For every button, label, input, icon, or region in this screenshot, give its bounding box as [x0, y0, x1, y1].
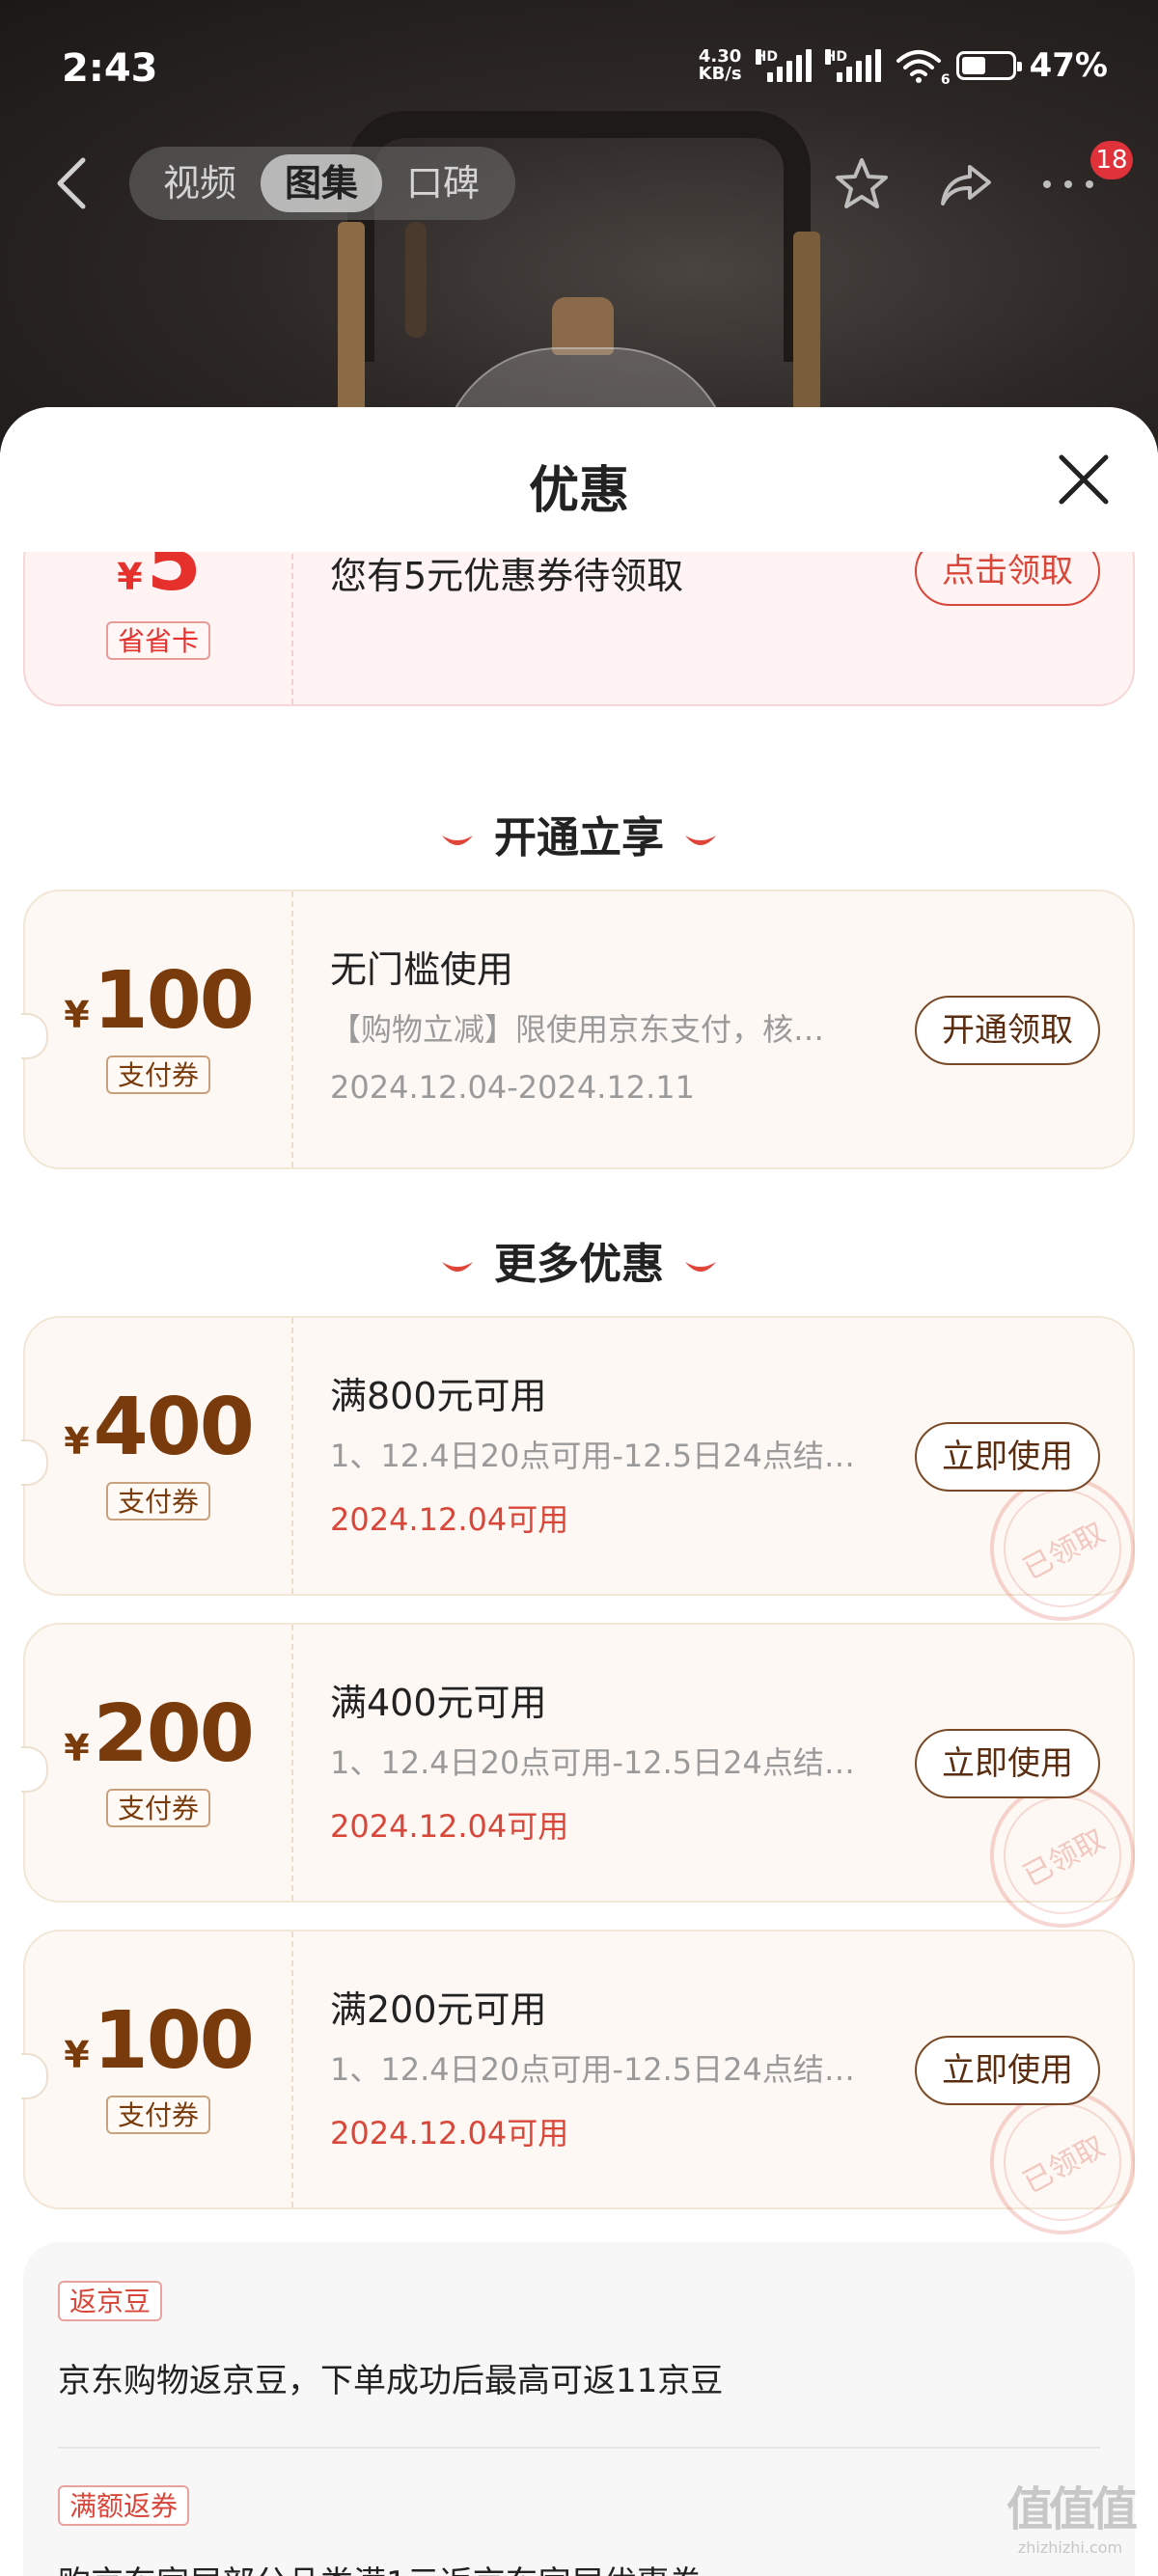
coupon-title: 满200元可用: [330, 1988, 547, 2031]
coupon-type-tag: 支付券: [106, 1789, 210, 1827]
share-button[interactable]: [936, 154, 996, 214]
teapot-handle-wood-right: [793, 232, 820, 415]
top-nav: 视频 图集 口碑 18: [0, 135, 1158, 232]
coupon-title: 无门槛使用: [330, 948, 514, 991]
media-tabs: 视频 图集 口碑: [129, 147, 515, 220]
benefit-text: 京东购物返京豆，下单成功后最高可返11京豆: [58, 2362, 724, 2400]
use-now-button[interactable]: 立即使用: [915, 2036, 1100, 2105]
smile-decor-icon: [685, 1262, 716, 1272]
extra-benefits-box: 返京豆 京东购物返京豆，下单成功后最高可返11京豆 满额返券 购京东家居部分品类…: [23, 2242, 1135, 2576]
site-watermark: 值值值 zhizhizhi.com: [1006, 2482, 1138, 2557]
benefit-tag: 返京豆: [58, 2281, 163, 2321]
coupon-amount: ¥100: [64, 1995, 255, 2087]
teapot-handle-wood-left: [338, 222, 365, 415]
coupon-date: 2024.12.04可用: [330, 1808, 569, 1845]
coupon-type-tag: 支付券: [106, 2096, 210, 2134]
coupon-date: 2024.12.04可用: [330, 1501, 569, 1538]
coupon-amount: ¥200: [64, 1688, 255, 1780]
teapot-tassel: [405, 222, 427, 338]
media-tab[interactable]: 视频: [139, 154, 261, 212]
smile-decor-icon: [442, 1262, 473, 1272]
battery-icon: [955, 51, 1022, 80]
payment-coupon-card: ¥200 支付券 满400元可用 1、12.4日20点可用-12.5日24点结… 202…: [21, 1623, 1158, 1954]
close-icon: [1059, 454, 1109, 505]
use-now-button[interactable]: 立即使用: [915, 1729, 1100, 1798]
coupon-date: 2024.12.04可用: [330, 2115, 569, 2151]
status-bar: 2:43 4.30 KB/s HD HD 6 47%: [0, 0, 1158, 135]
smile-decor-icon: [442, 836, 473, 845]
more-button[interactable]: [1038, 154, 1098, 214]
favorite-button[interactable]: [832, 154, 892, 214]
star-icon: [836, 158, 888, 208]
section-heading-open: 开通立享: [0, 803, 1158, 864]
media-tab[interactable]: 口碑: [382, 154, 504, 212]
coupon-amount: ¥100: [64, 955, 255, 1047]
coupon-type-tag: 支付券: [106, 1055, 210, 1094]
more-dots-icon: [1043, 180, 1093, 188]
discount-sheet: 优惠 ¥5 省省卡 您有5元优惠券待领取 点击领取 开通立享 ¥100 支付券 …: [0, 407, 1158, 2576]
share-icon: [941, 165, 991, 206]
section-heading-more: 更多优惠: [0, 1229, 1158, 1291]
coupon-text: 您有5元优惠券待领取: [330, 555, 684, 597]
network-speed: 4.30 KB/s: [698, 46, 742, 84]
coupon-desc: 1、12.4日20点可用-12.5日24点结…: [330, 1744, 855, 1781]
coupon-title: 满800元可用: [330, 1375, 547, 1417]
coupon-title: 满400元可用: [330, 1682, 547, 1724]
signal-2-icon: HD: [824, 49, 881, 82]
use-now-button[interactable]: 立即使用: [915, 1422, 1100, 1492]
open-coupon-card: ¥100 支付券 无门槛使用 【购物立减】限使用京东支付，核… 2024.12.…: [21, 890, 1135, 1169]
payment-coupon-card: ¥100 支付券 满200元可用 1、12.4日20点可用-12.5日24点结… 202…: [21, 1930, 1158, 2261]
chevron-left-icon: [57, 157, 86, 209]
coupon-amount: ¥400: [64, 1382, 255, 1473]
smile-decor-icon: [685, 836, 716, 845]
media-tab[interactable]: 图集: [261, 154, 382, 212]
notification-badge: 18: [1090, 141, 1133, 179]
signal-1-icon: HD: [755, 49, 812, 82]
close-button[interactable]: [1054, 450, 1114, 509]
status-icons: 4.30 KB/s HD HD 6 47%: [698, 46, 1108, 88]
wifi-icon: 6: [895, 47, 951, 88]
coupon-desc: 1、12.4日20点可用-12.5日24点结…: [330, 2051, 855, 2088]
coupon-type-tag: 省省卡: [106, 621, 210, 660]
teapot-lid-knob: [552, 297, 614, 355]
payment-coupon-card: ¥400 支付券 满800元可用 1、12.4日20点可用-12.5日24点结… 202…: [21, 1316, 1158, 1647]
coupon-desc: 1、12.4日20点可用-12.5日24点结…: [330, 1438, 855, 1474]
coupon-desc: 【购物立减】限使用京东支付，核…: [330, 1011, 825, 1048]
coupon-date: 2024.12.04-2024.12.11: [330, 1069, 695, 1106]
benefit-tag: 满额返券: [58, 2485, 190, 2526]
battery-fill: [961, 57, 985, 74]
back-button[interactable]: [44, 156, 98, 210]
open-claim-button[interactable]: 开通领取: [915, 996, 1100, 1065]
status-time: 2:43: [62, 46, 158, 91]
battery-percent: 47%: [1029, 46, 1108, 85]
sheet-title: 优惠: [528, 462, 629, 520]
sheet-header: 优惠: [0, 407, 1158, 552]
coupon-type-tag: 支付券: [106, 1482, 210, 1521]
benefit-text: 购京东家居部分品类满1元返京东家居优惠券: [58, 2557, 703, 2576]
